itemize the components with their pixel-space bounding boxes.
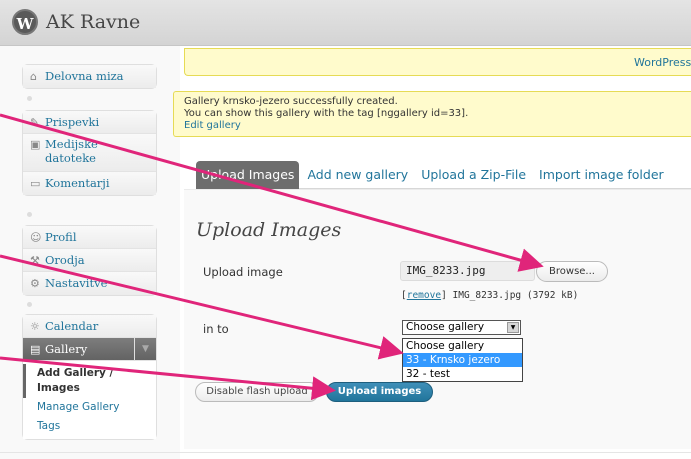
sidebar-item-gallery[interactable]: ▤ Gallery ▼ [23, 338, 156, 361]
tab-import-folder[interactable]: Import image folder [534, 161, 669, 189]
tools-icon: ⚒ [30, 254, 40, 267]
footer-divider [0, 452, 691, 453]
settings-icon: ⚙ [30, 277, 40, 290]
menu-group-plugins: ☼ Calendar ▤ Gallery ▼ Add Gallery / Images… [22, 314, 157, 440]
chevron-down-icon[interactable]: ▼ [507, 322, 519, 333]
gallery-icon: ▤ [30, 343, 41, 356]
menu-separator [27, 302, 32, 307]
media-label-line1: Medijske [45, 137, 98, 151]
disable-flash-upload-button[interactable]: Disable flash upload [195, 382, 319, 402]
submenu-item-tags[interactable]: Tags [23, 417, 156, 436]
sidebar-item-tools[interactable]: ⚒ Orodja [23, 249, 156, 272]
menu-group-dashboard: ⌂ Delovna miza [22, 64, 157, 89]
sidebar-item-dashboard[interactable]: ⌂ Delovna miza [23, 65, 156, 88]
wordpress-logo-icon[interactable]: W [12, 9, 38, 35]
file-name-field[interactable]: IMG_8233.jpg [400, 261, 535, 281]
sidebar-item-posts[interactable]: ✎ Prispevki [23, 111, 156, 134]
sidebar-item-settings[interactable]: ⚙ Nastavitve [23, 272, 156, 295]
file-meta: [remove] IMG_8233.jpg (3792 kB) [401, 290, 579, 301]
submenu-item-manage-gallery[interactable]: Manage Gallery [23, 398, 156, 417]
sidebar-item-profile[interactable]: ☺ Profil [23, 226, 156, 249]
notice-line1: Gallery krnsko-jezero successfully creat… [184, 96, 398, 107]
submenu-item-add-gallery[interactable]: Add Gallery / Images [23, 364, 156, 398]
site-title[interactable]: AK Ravne [46, 11, 140, 33]
menu-separator [27, 96, 32, 101]
gallery-dropdown-list: Choose gallery 33 - Krnsko jezero 32 - t… [402, 338, 523, 382]
upload-images-button[interactable]: Upload images [326, 382, 433, 402]
admin-header: W AK Ravne [0, 0, 691, 46]
tab-upload-zip[interactable]: Upload a Zip-File [416, 161, 531, 189]
sidebar-item-comments[interactable]: ▭ Komentarji [23, 172, 156, 195]
sidebar-item-calendar[interactable]: ☼ Calendar [23, 315, 156, 338]
gallery-select[interactable]: Choose gallery ▼ [402, 320, 521, 335]
media-icon: ▣ [30, 138, 41, 151]
wordpress-link[interactable]: WordPress [634, 56, 691, 69]
success-notice: Gallery krnsko-jezero successfully creat… [173, 91, 691, 137]
home-icon: ⌂ [30, 70, 37, 83]
update-nag: WordPress [184, 48, 691, 76]
media-label-line2: datoteke [45, 151, 96, 165]
dropdown-option[interactable]: Choose gallery [403, 339, 522, 353]
menu-group-settings: ☺ Profil ⚒ Orodja ⚙ Nastavitve [22, 225, 157, 296]
pin-icon: ✎ [30, 116, 40, 129]
dropdown-option-selected[interactable]: 33 - Krnsko jezero [403, 353, 522, 367]
gallery-submenu: Add Gallery / Images Manage Gallery Tags [23, 361, 156, 439]
in-to-label: in to [203, 322, 229, 336]
menu-group-content: ✎ Prispevki ▣ Medijske datoteke ▭ Komentarji [22, 110, 157, 196]
tab-upload-images[interactable]: Upload Images [196, 161, 300, 189]
menu-separator [27, 212, 32, 217]
page-title: Upload Images [196, 219, 342, 241]
sidebar-item-media[interactable]: ▣ Medijske datoteke [23, 134, 156, 172]
gallery-tabs: Upload Images Add new gallery Upload a Zip… [196, 161, 691, 189]
remove-link[interactable]: remove [407, 290, 441, 301]
dropdown-option[interactable]: 32 - test [403, 367, 522, 381]
notice-line2: You can show this gallery with the tag [… [184, 108, 469, 119]
tab-add-new-gallery[interactable]: Add new gallery [302, 161, 413, 189]
comment-icon: ▭ [30, 177, 41, 190]
calendar-icon: ☼ [30, 320, 40, 333]
users-icon: ☺ [30, 231, 42, 244]
browse-button[interactable]: Browse... [536, 261, 608, 282]
upload-image-label: Upload image [203, 265, 283, 279]
chevron-down-icon[interactable]: ▼ [134, 338, 156, 361]
edit-gallery-link[interactable]: Edit gallery [184, 120, 241, 131]
